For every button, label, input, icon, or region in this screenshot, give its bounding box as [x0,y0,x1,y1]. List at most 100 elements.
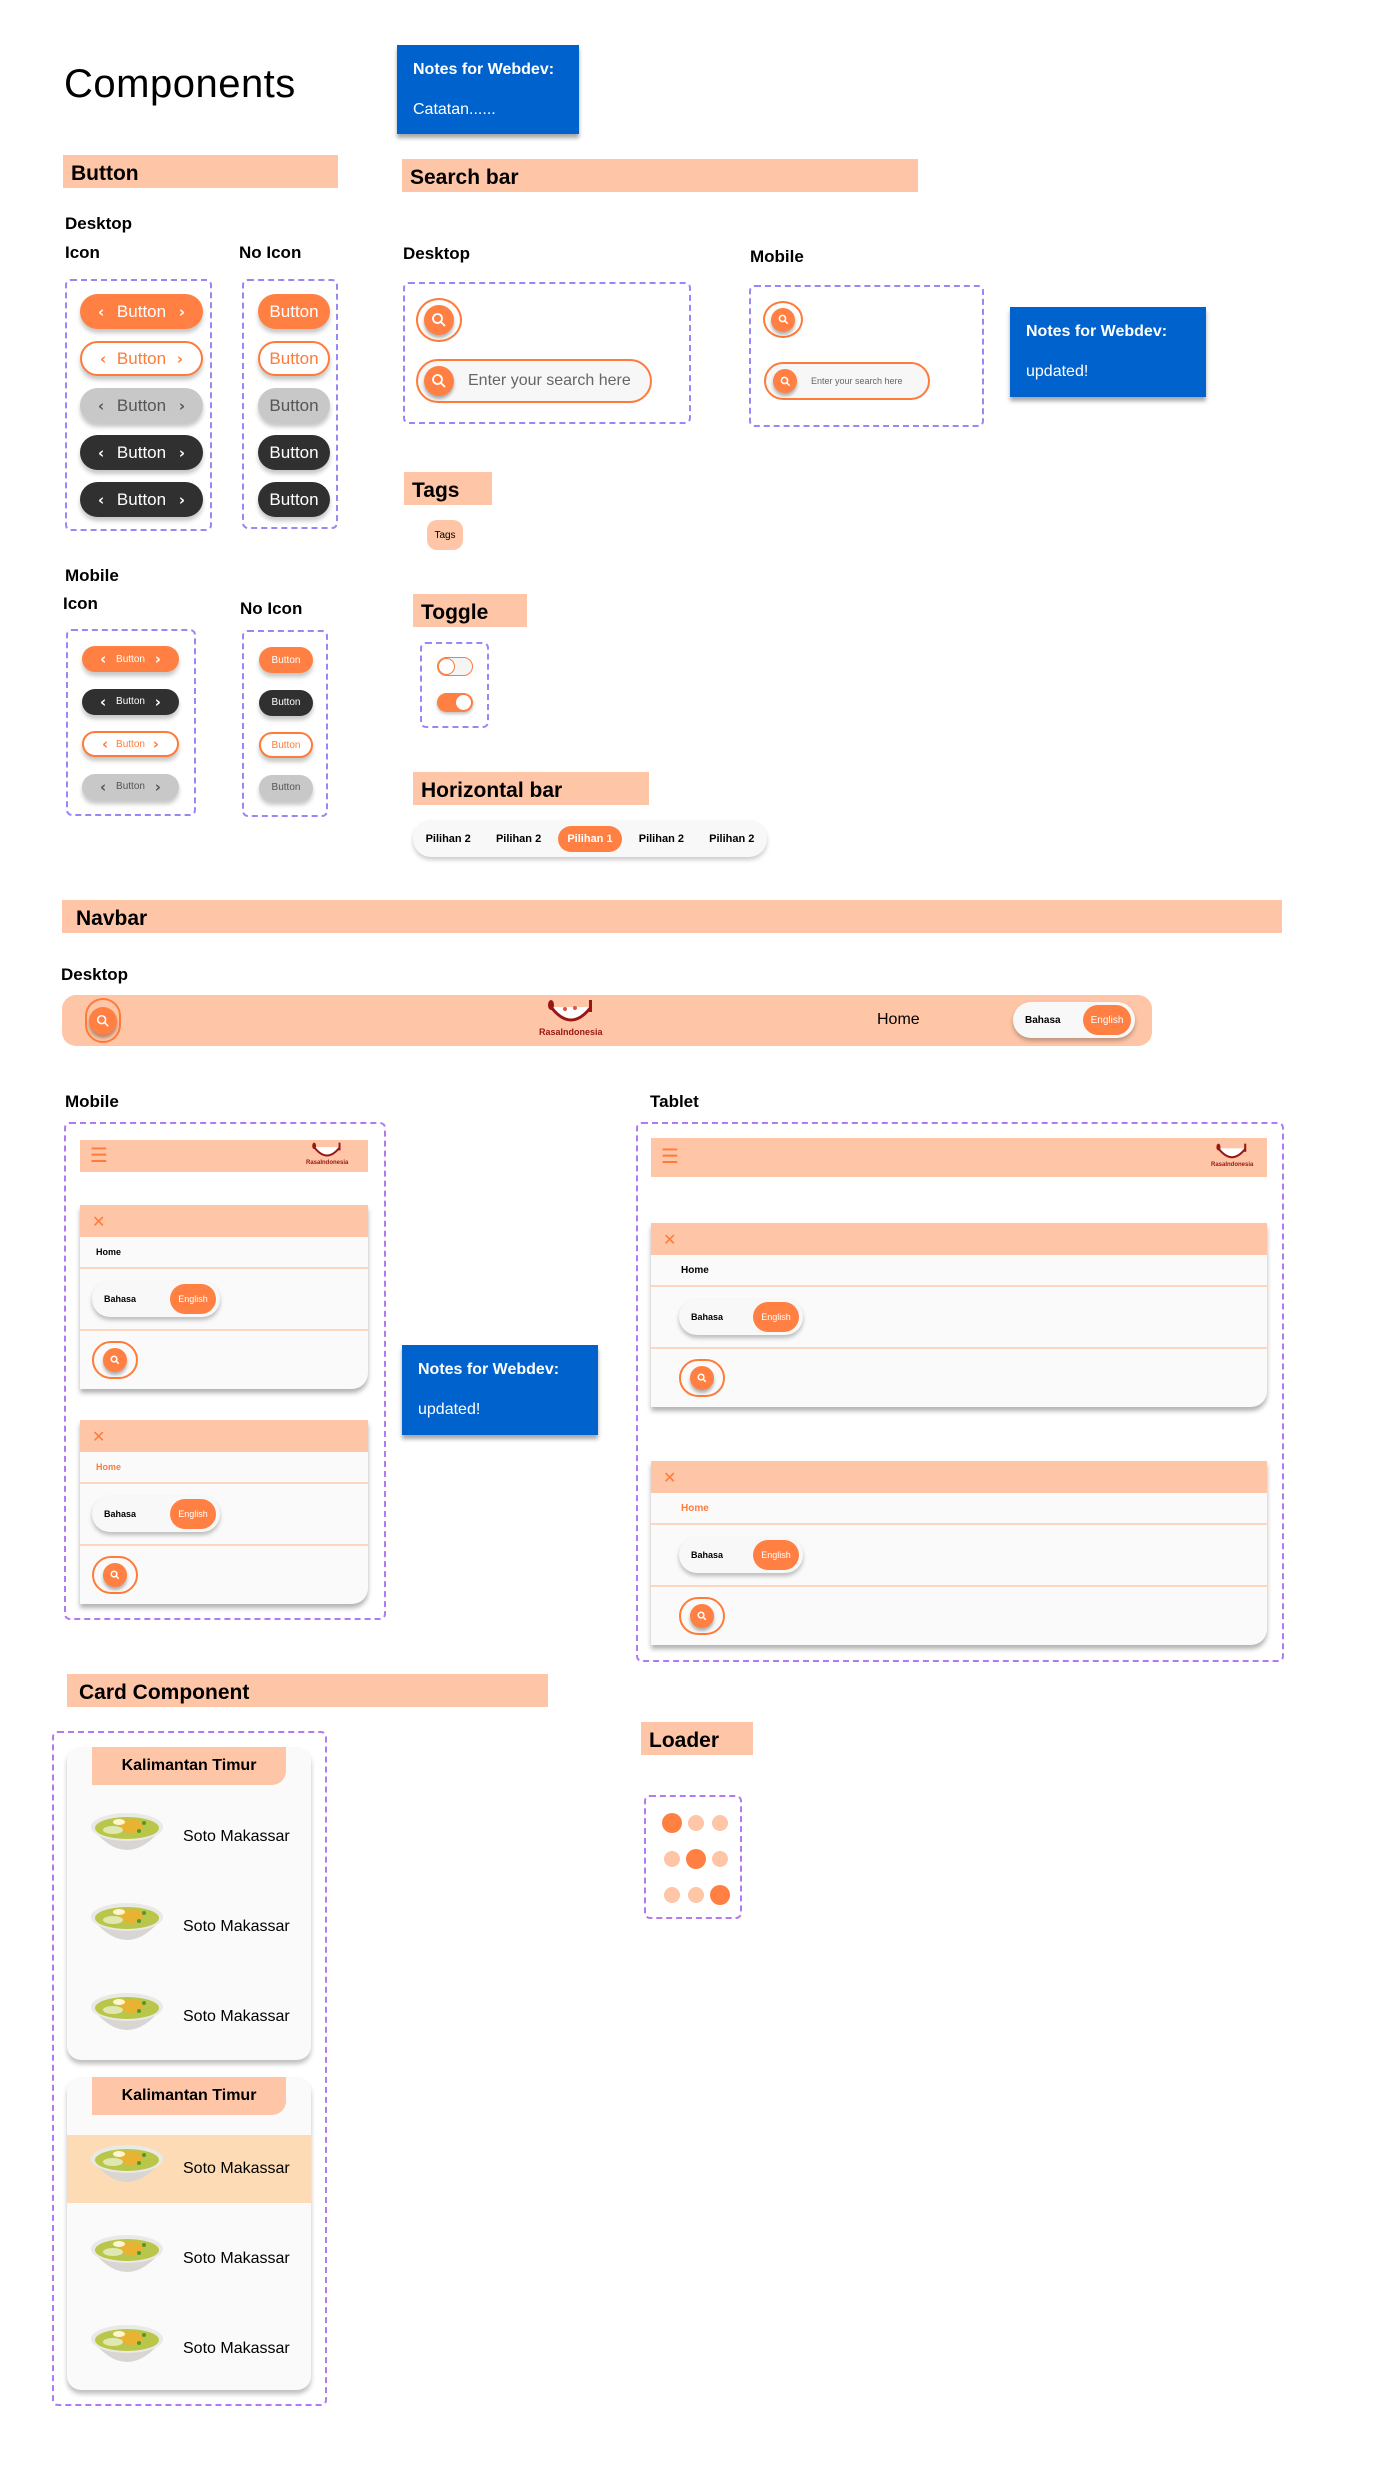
section-header-search-bar: Search bar [402,159,918,192]
hbar-item-active[interactable]: Pilihan 1 [558,825,622,852]
card-list-item[interactable]: Soto Makassar [67,2225,311,2293]
lang-bahasa[interactable]: Bahasa [691,1312,723,1322]
button-label: Button [116,738,145,750]
navbar-mobile-label: Mobile [65,1092,119,1111]
lang-bahasa[interactable]: Bahasa [691,1550,723,1560]
rasaindonesia-logo[interactable]: RasaIndonesia [306,1142,348,1166]
language-switch[interactable]: Bahasa English [679,1537,803,1573]
card-list-item[interactable]: Soto Makassar [67,1803,311,1871]
language-switch[interactable]: Bahasa English [92,1281,220,1317]
dark-button[interactable]: ‹ Button › [80,435,203,470]
logo-bowl-icon [1216,1143,1247,1159]
food-name: Soto Makassar [183,1828,290,1845]
lang-english[interactable]: English [170,1499,216,1529]
hbar-item[interactable]: Pilihan 2 [631,828,692,850]
logo-text: RasaIndonesia [539,1027,603,1037]
food-bowl-icon [89,2231,165,2287]
food-bowl-icon [89,2321,165,2377]
outline-button[interactable]: ‹ Button › [80,341,203,376]
loader-dot [664,1851,680,1867]
hbar-item[interactable]: Pilihan 2 [701,828,762,850]
search-button[interactable] [416,298,462,342]
search-button[interactable] [679,1597,725,1635]
card-list-item[interactable]: Soto Makassar [67,2315,311,2383]
nav-home-link[interactable]: Home [96,1247,121,1257]
mobile-navbar: ☰ RasaIndonesia [80,1140,368,1172]
rasaindonesia-logo[interactable]: RasaIndonesia [1211,1143,1253,1168]
loader-dot [688,1887,704,1903]
lang-bahasa[interactable]: Bahasa [1025,1015,1061,1026]
toggle-group [420,642,489,728]
loader-dot-active [686,1849,706,1869]
nav-drawer: ✕ Home Bahasa English [651,1223,1267,1407]
outline-button[interactable]: Button [259,732,313,758]
lang-bahasa[interactable]: Bahasa [104,1509,136,1519]
disabled-button[interactable]: ‹ Button › [82,773,179,800]
close-icon[interactable]: ✕ [663,1230,676,1249]
hamburger-menu-icon[interactable]: ☰ [90,1143,108,1167]
search-input[interactable]: Enter your search here [416,359,652,403]
language-switch[interactable]: Bahasa English [1013,1002,1135,1038]
disabled-button[interactable]: Button [259,774,313,801]
dark-button[interactable]: ‹ Button › [82,688,179,715]
button-label: Button [269,301,319,321]
loader-dot [712,1851,728,1867]
language-switch[interactable]: Bahasa English [92,1496,220,1532]
dark-button[interactable]: ‹ Button › [80,482,203,517]
hbar-item[interactable]: Pilihan 2 [488,828,549,850]
search-button[interactable] [92,1556,138,1594]
toggle-knob [455,694,472,711]
card-list-item[interactable]: Soto Makassar [67,1983,311,2051]
outline-button[interactable]: ‹ Button › [82,731,179,757]
close-icon[interactable]: ✕ [663,1468,676,1487]
tag-chip[interactable]: Tags [427,520,463,550]
hbar-item[interactable]: Pilihan 2 [418,828,479,850]
search-button[interactable] [763,301,803,338]
food-name: Soto Makassar [183,2160,290,2177]
outline-button[interactable]: Button [258,341,330,376]
lang-english[interactable]: English [1083,1005,1131,1035]
logo-text: RasaIndonesia [306,1160,349,1166]
close-icon[interactable]: ✕ [92,1212,105,1231]
loader-dot-active [710,1885,730,1905]
toggle-off[interactable] [437,657,473,676]
dark-button[interactable]: Button [258,482,330,517]
dark-button[interactable]: Button [259,689,313,716]
search-input[interactable]: Enter your search here [764,362,930,400]
loader-dot [712,1815,728,1831]
chevron-left-icon: ‹ [102,735,109,753]
search-button[interactable] [679,1359,725,1397]
card-list-item[interactable]: Soto Makassar [67,1893,311,1961]
note-heading: Notes for Webdev: [413,61,555,78]
primary-button[interactable]: Button [258,294,330,329]
chevron-left-icon: ‹ [100,650,107,668]
language-switch[interactable]: Bahasa English [679,1299,803,1335]
close-icon[interactable]: ✕ [92,1427,105,1446]
nav-home-link[interactable]: Home [681,1265,709,1276]
disabled-button[interactable]: Button [258,388,330,423]
logo-text: RasaIndonesia [1211,1162,1254,1168]
no-icon-label: No Icon [239,243,302,262]
search-icon [690,1604,714,1628]
search-button[interactable] [92,1341,138,1379]
disabled-button[interactable]: ‹ Button › [80,388,203,423]
hamburger-menu-icon[interactable]: ☰ [661,1144,679,1168]
chevron-right-icon: › [154,692,161,711]
button-label: Button [116,348,167,368]
primary-button[interactable]: ‹ Button › [80,294,203,329]
lang-english[interactable]: English [753,1540,799,1570]
nav-home-link[interactable]: Home [96,1462,121,1472]
dark-button[interactable]: Button [258,435,330,470]
nav-home-link[interactable]: Home [877,1011,920,1029]
rasaindonesia-logo[interactable]: RasaIndonesia [539,999,603,1037]
search-button[interactable] [85,998,121,1043]
lang-bahasa[interactable]: Bahasa [104,1294,136,1304]
primary-button[interactable]: Button [259,647,313,673]
lang-english[interactable]: English [170,1284,216,1314]
lang-english[interactable]: English [753,1302,799,1332]
food-bowl-icon [89,1899,165,1955]
nav-home-link[interactable]: Home [681,1503,709,1514]
primary-button[interactable]: ‹ Button › [82,646,179,672]
card-list-item[interactable]: Soto Makassar [67,2135,311,2203]
toggle-on[interactable] [437,693,473,712]
